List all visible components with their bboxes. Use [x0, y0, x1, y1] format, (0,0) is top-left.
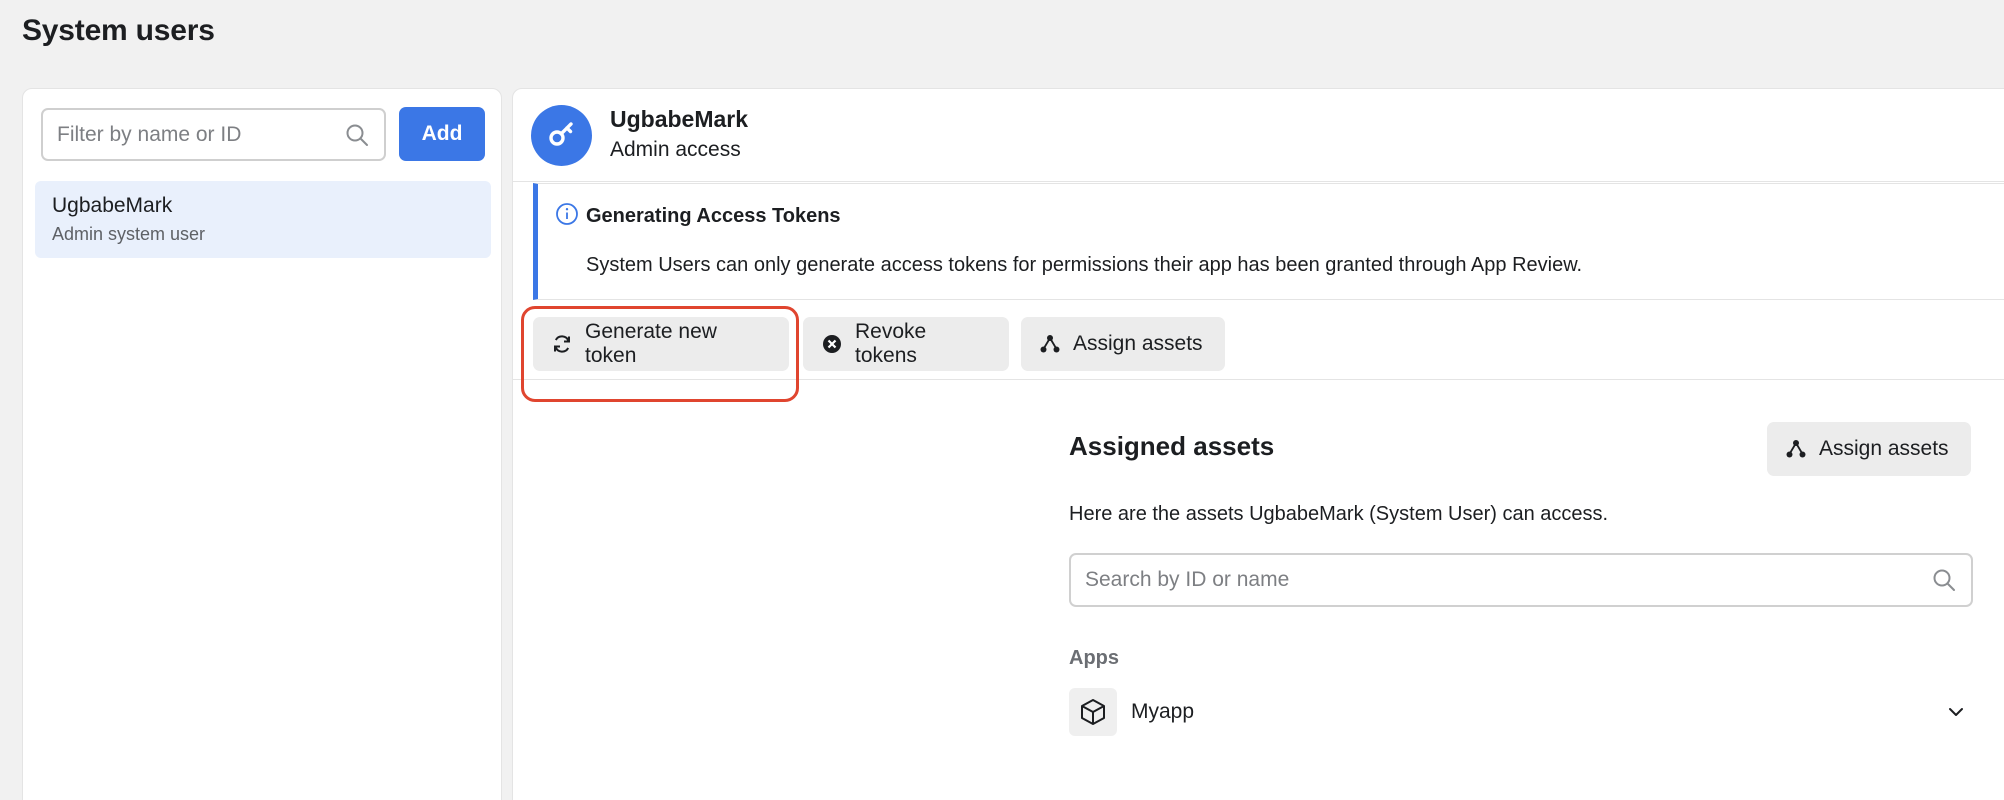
revoke-tokens-label: Revoke tokens	[855, 320, 927, 367]
app-row[interactable]: Myapp	[1069, 687, 1973, 737]
generate-token-label: Generate new token	[585, 320, 717, 367]
detail-header: UgbabeMark Admin access	[513, 89, 2004, 182]
apps-heading: Apps	[1069, 647, 1119, 669]
generate-token-button[interactable]: Generate new token	[533, 317, 789, 371]
x-circle-icon	[821, 333, 843, 355]
refresh-icon	[551, 333, 573, 355]
user-role: Admin system user	[52, 224, 206, 244]
assign-nodes-icon	[1039, 333, 1061, 355]
assets-search-field[interactable]	[1069, 553, 1973, 607]
assets-search-input[interactable]	[1085, 568, 1931, 592]
assets-description: Here are the assets UgbabeMark (System U…	[1069, 503, 1609, 525]
assign-nodes-icon	[1785, 438, 1807, 460]
filter-input[interactable]	[57, 122, 344, 147]
chevron-down-icon[interactable]	[1945, 701, 1967, 723]
add-button[interactable]: Add	[399, 107, 485, 161]
banner-title: Generating Access Tokens	[586, 205, 841, 227]
filter-field[interactable]	[41, 108, 386, 161]
page-title: System users	[22, 14, 215, 47]
assign-assets-button[interactable]: Assign assets	[1021, 317, 1225, 371]
detail-user-role: Admin access	[610, 138, 741, 161]
assign-assets-secondary-button[interactable]: Assign assets	[1767, 422, 1971, 476]
avatar	[531, 105, 592, 166]
cube-icon	[1069, 688, 1117, 736]
search-icon	[1931, 567, 1957, 593]
app-name: Myapp	[1131, 700, 1195, 723]
token-toolbar: Generate new token Revoke tokens Assign …	[513, 300, 2004, 402]
assign-assets-label: Assign assets	[1073, 332, 1203, 355]
revoke-tokens-button[interactable]: Revoke tokens	[803, 317, 1009, 371]
assign-assets-secondary-label: Assign assets	[1819, 437, 1949, 460]
key-icon	[546, 117, 578, 154]
search-icon	[344, 122, 370, 148]
info-banner: Generating Access Tokens System Users ca…	[533, 183, 2004, 300]
user-list-item[interactable]: UgbabeMark Admin system user	[35, 181, 491, 258]
user-name: UgbabeMark	[52, 194, 173, 217]
banner-text: System Users can only generate access to…	[586, 254, 1583, 276]
users-list-panel: Add UgbabeMark Admin system user	[22, 88, 502, 800]
user-detail-panel: UgbabeMark Admin access Generating Acces…	[512, 88, 2004, 800]
assets-section-title: Assigned assets	[1069, 431, 1275, 461]
detail-user-name: UgbabeMark	[610, 106, 749, 132]
info-icon	[555, 202, 579, 226]
